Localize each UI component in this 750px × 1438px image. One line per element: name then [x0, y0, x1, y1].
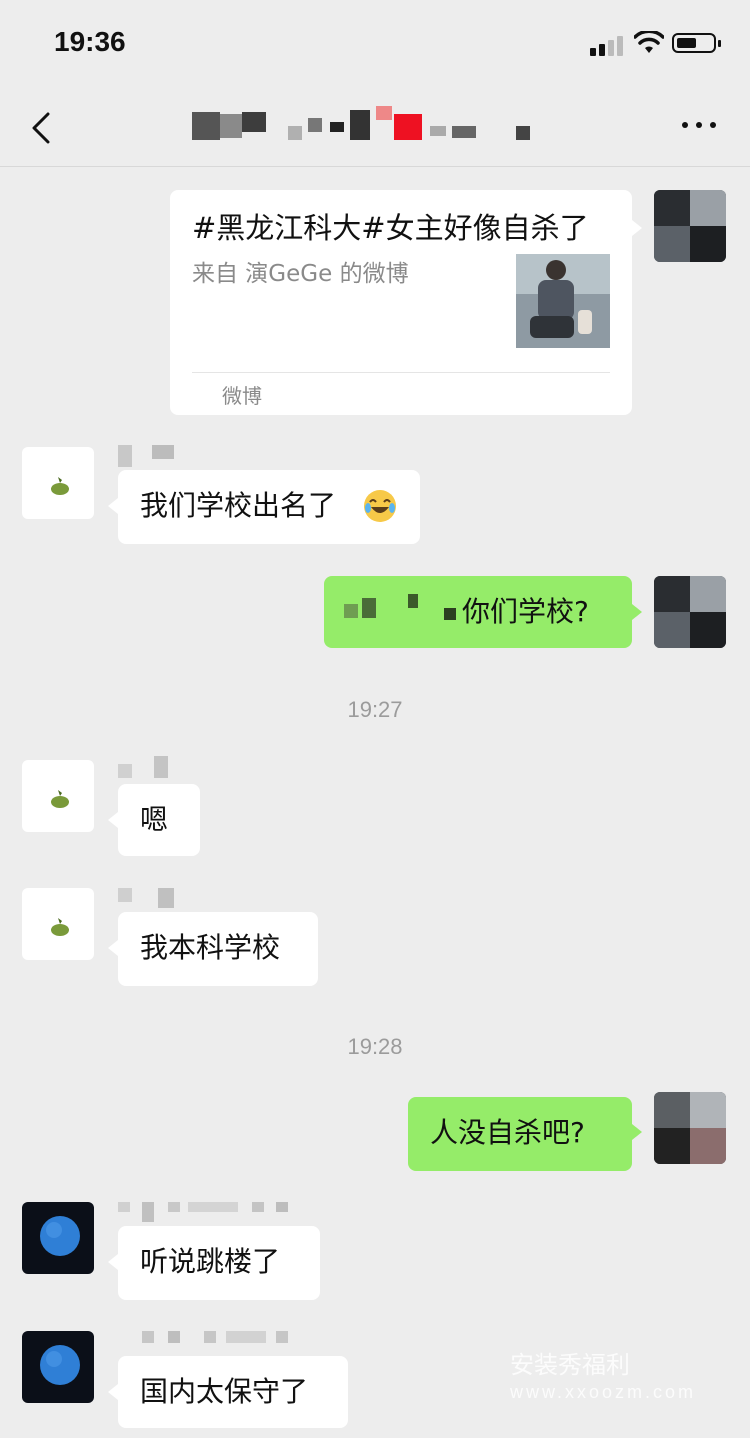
- status-bar: 19:36: [0, 0, 750, 90]
- message-bubble[interactable]: 我本科学校: [118, 912, 318, 986]
- card-source-label: 微博: [222, 384, 262, 408]
- chat-title-pixelated: [190, 104, 550, 148]
- self-avatar[interactable]: [654, 576, 726, 648]
- watermark-text: 安装秀福利: [510, 1352, 630, 1379]
- sender-name-pixelated: [118, 443, 178, 467]
- blue-moon-icon: [40, 1345, 80, 1385]
- green-leaf-icon: [51, 790, 69, 808]
- timestamp: 19:28: [347, 1034, 403, 1059]
- sender-name-pixelated: [118, 1200, 298, 1224]
- laughing-crying-emoji: [364, 490, 396, 522]
- card-title: #黑龙江科大#女主好像自杀了: [192, 211, 589, 245]
- wifi-icon: [634, 31, 664, 53]
- bubble-tail: [108, 1254, 118, 1270]
- bubble-tail: [108, 1384, 118, 1400]
- sender-name-pixelated: [118, 1329, 298, 1353]
- message-bubble[interactable]: 人没自杀吧?: [408, 1097, 632, 1171]
- bubble-tail: [108, 940, 118, 956]
- self-avatar[interactable]: [654, 1092, 726, 1164]
- message-text: 嗯: [140, 803, 169, 836]
- contact-avatar[interactable]: [22, 1331, 94, 1403]
- bubble-tail: [632, 220, 642, 236]
- contact-avatar[interactable]: [22, 447, 94, 519]
- pixelated-mention: [362, 598, 376, 618]
- message-text: 听说跳楼了: [140, 1245, 281, 1278]
- cellular-signal-icon: [590, 34, 626, 56]
- sender-name-pixelated: [118, 884, 188, 908]
- green-leaf-icon: [51, 477, 69, 495]
- contact-avatar[interactable]: [22, 1202, 94, 1274]
- message-bubble[interactable]: 国内太保守了: [118, 1356, 348, 1428]
- message-text: 国内太保守了: [140, 1375, 309, 1408]
- message-text: 我本科学校: [140, 931, 281, 964]
- bubble-tail: [632, 1124, 642, 1140]
- bubble-tail: [108, 498, 118, 514]
- chevron-left-icon[interactable]: [28, 110, 58, 146]
- sender-name-pixelated: [118, 756, 178, 780]
- message-text: 人没自杀吧?: [430, 1116, 585, 1149]
- bubble-tail: [108, 812, 118, 828]
- timestamp: 19:27: [347, 697, 403, 722]
- message-bubble[interactable]: 我们学校出名了: [118, 470, 420, 544]
- message-text: 你们学校?: [462, 595, 589, 628]
- chat-header: [0, 90, 750, 167]
- watermark-url: www.xxoozm.com: [510, 1382, 697, 1402]
- shared-weibo-card[interactable]: #黑龙江科大#女主好像自杀了 来自 演GeGe 的微博 微博: [170, 190, 632, 415]
- pixelated-mention: [444, 608, 456, 620]
- blue-moon-icon: [40, 1216, 80, 1256]
- card-thumbnail-image: [516, 254, 610, 348]
- battery-level: [677, 38, 696, 48]
- card-description: 来自 演GeGe 的微博: [192, 261, 409, 287]
- message-bubble[interactable]: 嗯: [118, 784, 200, 856]
- message-bubble[interactable]: 听说跳楼了: [118, 1226, 320, 1300]
- pixelated-mention: [408, 594, 418, 608]
- battery-icon: [672, 33, 716, 53]
- more-dots-icon[interactable]: [680, 120, 720, 132]
- battery-tip: [718, 40, 721, 47]
- contact-avatar[interactable]: [22, 888, 94, 960]
- card-divider: [192, 372, 610, 373]
- self-avatar[interactable]: [654, 190, 726, 262]
- pixelated-mention: [344, 604, 358, 618]
- green-leaf-icon: [51, 918, 69, 936]
- status-time: 19:36: [54, 26, 126, 57]
- message-bubble[interactable]: 你们学校?: [324, 576, 632, 648]
- bubble-tail: [632, 604, 642, 620]
- message-text: 我们学校出名了: [140, 489, 337, 522]
- contact-avatar[interactable]: [22, 760, 94, 832]
